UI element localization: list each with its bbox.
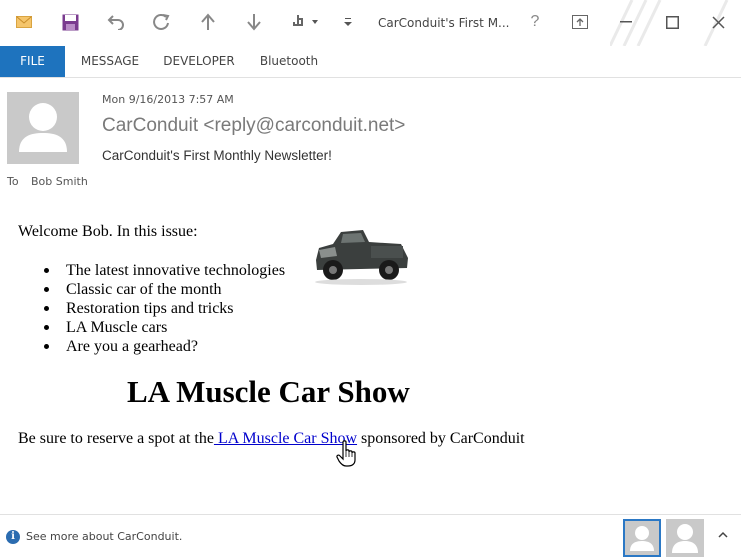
welcome-text: Welcome Bob. In this issue:: [18, 223, 198, 240]
help-icon[interactable]: ?: [523, 10, 547, 34]
reserve-paragraph: Be sure to reserve a spot at the LA Musc…: [18, 430, 525, 448]
bullet-icon: [44, 344, 49, 349]
list-item: Restoration tips and tricks: [44, 299, 285, 318]
touch-mode-icon[interactable]: [288, 10, 322, 34]
sender-name[interactable]: CarConduit <reply@carconduit.net>: [102, 115, 405, 137]
to-label: To: [7, 175, 19, 188]
show-headline: LA Muscle Car Show: [127, 374, 410, 409]
classic-truck-image: [315, 230, 408, 285]
info-icon: i: [6, 530, 20, 544]
customize-qat-icon[interactable]: [336, 10, 360, 34]
tab-bluetooth[interactable]: Bluetooth: [252, 46, 326, 77]
envelope-icon[interactable]: [12, 10, 36, 34]
reserve-prefix: Be sure to reserve a spot at the: [18, 430, 214, 447]
previous-item-icon[interactable]: [196, 10, 220, 34]
list-item: Classic car of the month: [44, 280, 285, 299]
list-item-label: Are you a gearhead?: [66, 338, 198, 355]
message-body: Welcome Bob. In this issue: The latest i…: [0, 210, 741, 510]
next-item-icon[interactable]: [242, 10, 266, 34]
sender-avatar: [7, 92, 79, 164]
list-item: The latest innovative technologies: [44, 261, 286, 280]
person-icon: [625, 521, 659, 555]
ribbon-display-options-icon[interactable]: [566, 8, 594, 36]
redo-icon[interactable]: [150, 10, 174, 34]
people-pane: i See more about CarConduit.: [0, 514, 741, 557]
issue-list: The latest innovative technologies Class…: [44, 261, 286, 356]
recipient-name[interactable]: Bob Smith: [31, 175, 88, 188]
list-item-label: The latest innovative technologies: [66, 262, 286, 279]
people-avatar[interactable]: [666, 519, 704, 557]
bullet-icon: [44, 268, 49, 273]
ribbon-tabs: FILE MESSAGE DEVELOPER Bluetooth: [0, 46, 741, 78]
tab-file[interactable]: FILE: [0, 46, 65, 77]
list-item-label: Classic car of the month: [66, 281, 222, 298]
person-icon: [666, 519, 704, 557]
tab-developer[interactable]: DEVELOPER: [158, 46, 240, 77]
person-icon: [7, 92, 79, 164]
list-item-label: Restoration tips and tricks: [66, 300, 234, 317]
bullet-icon: [44, 306, 49, 311]
window-title: CarConduit's First M...: [378, 16, 510, 30]
tab-message[interactable]: MESSAGE: [74, 46, 146, 77]
people-pane-text[interactable]: See more about CarConduit.: [26, 530, 182, 543]
hand-cursor-icon: [336, 440, 356, 467]
save-icon[interactable]: [58, 10, 82, 34]
received-date: Mon 9/16/2013 7:57 AM: [102, 93, 234, 106]
title-bar: CarConduit's First M... ?: [0, 0, 741, 46]
people-avatar-selected[interactable]: [623, 519, 661, 557]
bullet-icon: [44, 325, 49, 330]
list-item: Are you a gearhead?: [44, 337, 285, 356]
reserve-suffix: sponsored by CarConduit: [357, 430, 525, 447]
close-icon[interactable]: [704, 8, 732, 36]
minimize-icon[interactable]: [612, 8, 640, 36]
chevron-up-icon[interactable]: [718, 530, 728, 540]
list-item: LA Muscle cars: [44, 318, 285, 337]
bullet-icon: [44, 287, 49, 292]
maximize-icon[interactable]: [658, 8, 686, 36]
message-subject: CarConduit's First Monthly Newsletter!: [102, 148, 332, 163]
list-item-label: LA Muscle cars: [66, 319, 168, 336]
undo-icon[interactable]: [104, 10, 128, 34]
